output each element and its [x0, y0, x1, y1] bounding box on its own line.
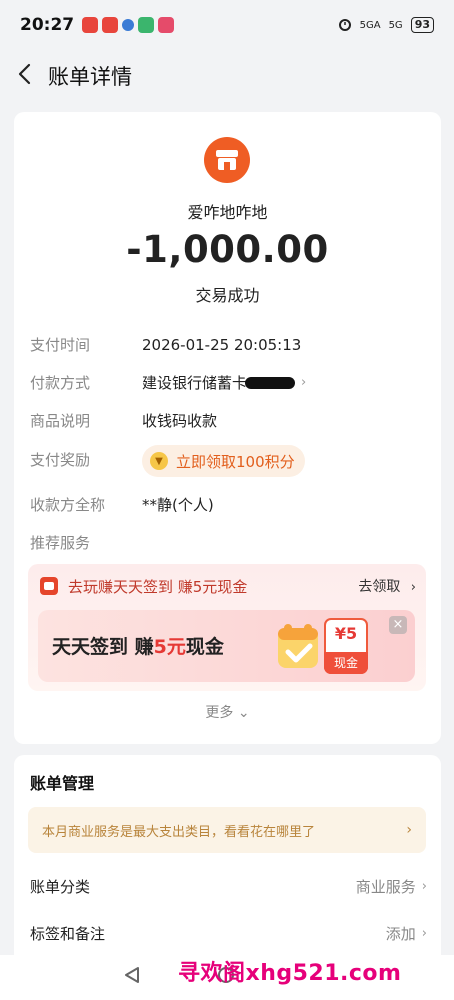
transaction-status: 交易成功 [195, 286, 260, 305]
tag-note-label: 标签和备注 [30, 925, 106, 943]
payee-label: 收款方全称 [30, 496, 106, 514]
chevron-right-icon: › [421, 926, 427, 941]
page-title: 账单详情 [48, 65, 132, 89]
spending-tip-text: 本月商业服务是最大支出类目，看看花在哪里了 [42, 824, 316, 840]
header: 账单详情 [0, 52, 454, 98]
chevron-right-icon: › [421, 879, 427, 894]
signal-icon: 5GA [359, 19, 381, 31]
banner-title-part: 现金 [185, 636, 224, 658]
pay-time-row: 支付时间 2026-01-25 20:05:13 [30, 334, 425, 355]
recommend-label: 推荐服务 [30, 534, 91, 552]
app-notification-icon [158, 17, 175, 33]
bill-category-value: 商业服务 [355, 878, 416, 896]
cash-label: 现金 [324, 652, 368, 674]
battery-icon: 93 [410, 17, 434, 33]
recommend-row: 推荐服务 [30, 532, 425, 553]
goods-value: 收钱码收款 [142, 412, 218, 430]
nav-back-icon[interactable] [122, 965, 142, 985]
reward-row: 支付奖励 ▼ 立即领取100积分 [30, 445, 425, 477]
close-icon[interactable]: × [389, 616, 407, 634]
watermark: 寻欢阁xhg521.com [178, 961, 402, 986]
banner-title-part: 天天签到 赚 [52, 636, 154, 658]
signal-icon: 5G [388, 19, 403, 31]
pay-method-value[interactable]: 建设银行储蓄卡 › [142, 372, 306, 393]
pay-method-row[interactable]: 付款方式 建设银行储蓄卡 › [30, 372, 425, 393]
checkin-icon [40, 577, 58, 595]
alarm-icon [338, 17, 352, 34]
spending-tip[interactable]: 本月商业服务是最大支出类目，看看花在哪里了 › [28, 807, 426, 853]
bill-management-title: 账单管理 [30, 774, 95, 793]
goods-label: 商品说明 [30, 412, 91, 430]
back-arrow-icon[interactable] [14, 62, 38, 86]
chevron-right-icon: › [406, 822, 412, 838]
more-label: 更多 [205, 705, 234, 721]
pay-time-value: 2026-01-25 20:05:13 [142, 335, 302, 354]
recommend-block[interactable]: 去玩赚天天签到 赚5元现金 去领取 › 天天签到 赚5元现金 ¥5 现金 × [28, 564, 426, 691]
redaction-mark [245, 376, 296, 389]
reward-text: 立即领取100积分 [176, 452, 295, 471]
reward-label: 支付奖励 [30, 451, 91, 469]
recommend-text: 去玩赚天天签到 赚5元现金 [68, 577, 248, 596]
tag-note-value: 添加 [385, 925, 416, 943]
shop-icon [204, 137, 250, 183]
cash-card: ¥5 现金 [324, 618, 368, 674]
app-notification-icon [138, 17, 155, 33]
transaction-amount: -1,000.00 [126, 228, 329, 271]
claim-link-label: 去领取 [358, 579, 401, 595]
cash-amount: ¥5 [334, 624, 358, 643]
reward-button[interactable]: ▼ 立即领取100积分 [142, 445, 305, 477]
app-notification-icon [102, 17, 119, 33]
tag-note-row[interactable]: 标签和备注 添加 › [30, 923, 427, 944]
banner-title: 天天签到 赚5元现金 [52, 632, 224, 659]
transaction-card: 爱咋地咋地 -1,000.00 交易成功 支付时间 2026-01-25 20:… [14, 112, 441, 744]
chevron-right-icon: › [301, 375, 307, 390]
banner-title-highlight: 5元 [153, 636, 186, 658]
payee-row: 收款方全称 **静(个人) [30, 494, 425, 515]
bill-category-label: 账单分类 [30, 878, 91, 896]
chevron-down-icon: ⌄ [237, 705, 250, 721]
pay-time-label: 支付时间 [30, 336, 91, 354]
recommend-header[interactable]: 去玩赚天天签到 赚5元现金 去领取 › [40, 572, 416, 600]
goods-row: 商品说明 收钱码收款 [30, 410, 425, 431]
app-notification-icon [82, 17, 99, 33]
coin-icon: ▼ [150, 452, 168, 470]
claim-link[interactable]: 去领取 › [358, 576, 416, 596]
payee-value: **静(个人) [142, 496, 214, 514]
status-indicators: 5GA 5G 93 [338, 17, 434, 34]
pay-method-text: 建设银行储蓄卡 [142, 374, 248, 392]
chevron-right-icon: › [410, 580, 416, 595]
notification-icons [82, 17, 175, 33]
status-bar: 20:27 5GA 5G 93 [0, 0, 454, 50]
merchant-name: 爱咋地咋地 [187, 203, 268, 222]
pay-method-label: 付款方式 [30, 374, 91, 392]
calendar-check-icon [274, 620, 324, 672]
bill-category-row[interactable]: 账单分类 商业服务 › [30, 876, 427, 897]
status-time: 20:27 [20, 15, 75, 35]
more-button[interactable]: 更多 ⌄ [14, 702, 441, 722]
app-notification-icon [122, 19, 135, 31]
checkin-banner[interactable]: 天天签到 赚5元现金 ¥5 现金 × [38, 610, 415, 682]
